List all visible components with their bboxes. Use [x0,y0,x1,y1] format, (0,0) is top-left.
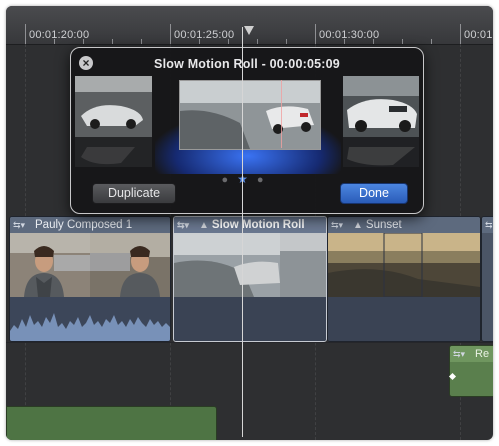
retime-menu-icon[interactable]: ⇆▾ [174,217,199,233]
timecode-label: 00:01:20:00 [29,29,90,41]
clip-partial[interactable]: ⇆ [481,216,493,342]
thumbnail-reflection [343,137,419,167]
connected-clip[interactable]: ⇆▾ Re [449,345,493,397]
slow-motion-icon: ▲ [353,220,363,231]
timecode-label: 00:01:25:00 [174,29,235,41]
page-dot[interactable]: ● [221,174,237,186]
retime-hud: × Slow Motion Roll - 00:00:05:09 ●★● Dup… [70,47,424,214]
ruler-tick [199,39,200,44]
clip-header: ⇆▾ ▲ Slow Motion Roll [174,217,326,233]
retime-menu-icon[interactable]: ⇆▾ [328,217,353,233]
ruler-tick [54,39,55,44]
ruler-tick [25,24,26,44]
retime-menu-icon[interactable]: ⇆▾ [450,346,475,362]
thumbnail-next[interactable] [343,76,419,137]
current-page-star-icon[interactable]: ★ [237,172,257,186]
audio-waveform [10,297,170,341]
done-button[interactable]: Done [340,183,408,204]
clip-name: Sunset [365,219,402,231]
ruler-tick [286,39,287,44]
thumbnail-previous[interactable] [75,76,152,137]
clip-slow-motion-roll[interactable]: ⇆▾ ▲ Slow Motion Roll [173,216,327,342]
clip-header: ⇆▾ Re [450,346,493,362]
retime-menu-icon[interactable]: ⇆▾ [10,217,35,233]
ruler-tick [315,24,316,44]
ruler-tick [170,24,171,44]
clip-header: ⇆ [482,217,493,233]
video-thumbnail [328,233,480,297]
audio-clip-bottom[interactable] [6,406,217,440]
clip-filmstrip [174,233,326,297]
retime-menu-icon[interactable]: ⇆ [482,217,493,233]
ruler-tick [83,39,84,44]
video-thumbnail [174,233,326,297]
clip-header: ⇆▾ Pauly Composed 1 [10,217,170,233]
timecode-label: 00:01:30:00 [319,29,380,41]
timeline-window: 00:01:20:00 00:01:25:00 00:01:30:00 00:0… [6,6,493,440]
audio-lane-empty [174,297,326,341]
ruler-tick [344,39,345,44]
ruler-tick [257,39,258,44]
timecode-label: 00:01: [464,29,493,41]
video-thumbnail [10,233,90,297]
hud-title: Slow Motion Roll - 00:00:05:09 [154,57,340,71]
ruler-tick [228,39,229,44]
clip-name: Pauly Composed 1 [35,219,133,231]
clip-sunset[interactable]: ⇆▾ ▲ Sunset [327,216,481,342]
clip-filmstrip [10,233,170,297]
duplicate-button[interactable]: Duplicate [92,183,176,204]
audio-lane-empty [328,297,480,341]
slow-motion-icon: ▲ [199,220,209,231]
playhead-handle[interactable] [244,26,254,35]
video-thumbnail [90,233,170,297]
ruler-tick [112,39,113,44]
thumbnail-playhead [281,80,282,148]
ruler-tick [431,39,432,44]
clip-name: Slow Motion Roll [211,219,305,231]
ruler-tick [402,39,403,44]
clip-pauly-composed-1[interactable]: ⇆▾ Pauly Composed 1 [9,216,171,342]
clip-filmstrip [328,233,480,297]
ruler-tick [373,39,374,44]
ruler-tick [460,24,461,44]
thumbnail-reflection [75,137,152,167]
clip-header: ⇆▾ ▲ Sunset [328,217,480,233]
ruler-tick [141,39,142,44]
lane-divider [6,342,493,343]
page-dot[interactable]: ● [257,174,273,186]
playhead-line[interactable] [242,27,243,437]
thumbnail-current[interactable] [179,80,321,150]
clip-name: Re [475,348,490,360]
